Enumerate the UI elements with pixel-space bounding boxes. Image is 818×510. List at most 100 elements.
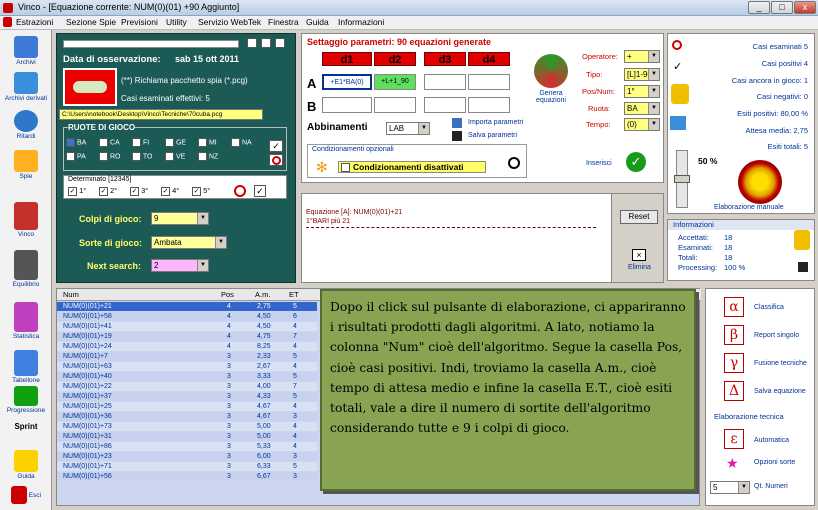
table-row[interactable]: NUM(0)(01)+21 4 2,75 5 [57,302,317,311]
star-icon[interactable]: ★ [726,455,739,472]
table-row[interactable]: NUM(0)(01)+40 3 3,33 5 [57,372,317,381]
cell-a-d2[interactable]: +L+1_90 [374,74,416,90]
ruota-checkbox[interactable] [198,138,207,147]
save-params-link[interactable]: Salva parametri [468,132,517,139]
minimize-button[interactable]: _ [748,1,770,14]
tool-label[interactable]: Classifica [754,304,784,311]
tool-fusione-tecniche-button[interactable]: γ [724,353,744,373]
sidebar-item-statistica[interactable]: Statistica [0,302,52,340]
determinato-5[interactable]: ✓ 5° [192,186,210,196]
calendar-icon[interactable] [275,38,285,48]
determinato-4[interactable]: ✓ 4° [161,186,179,196]
conditions-toggle[interactable]: Condizionamenti disattivati [338,161,486,173]
menu-guida[interactable]: Guida [306,17,329,27]
cell-b-d2[interactable] [374,97,416,113]
auto-label[interactable]: Automatica [754,437,789,444]
auto-button[interactable]: ε [724,429,744,449]
tool-salva-equazione-button[interactable]: Δ [724,381,744,401]
table-row[interactable]: NUM(0)(01)+23 3 6,00 3 [57,452,317,461]
determinato-checkbox[interactable]: ✓ [68,186,77,196]
ruota-select[interactable]: BA ▼ [624,102,660,115]
ruota-checkbox[interactable] [231,138,240,147]
sidebar-item-progressione[interactable]: Progressione [0,386,52,414]
reset-button[interactable]: Reset [620,210,658,224]
check-all-button[interactable]: ✓ [269,140,283,152]
ruota-checkbox[interactable] [198,152,207,161]
col-am[interactable]: A.m. [255,290,270,299]
determinato-3[interactable]: ✓ 3° [130,186,148,196]
maximize-button[interactable]: □ [771,1,793,14]
table-row[interactable]: NUM(0)(01)+56 3 6,67 3 [57,472,317,481]
sidebar-item-esci[interactable]: Esci [0,486,52,505]
sidebar-item-archivi-derivati[interactable]: Archivi derivati [0,72,52,102]
table-row[interactable]: NUM(0)(01)+22 3 4,00 7 [57,382,317,391]
ruota-checkbox[interactable] [132,138,141,147]
ruota-ca[interactable]: CA [99,138,120,147]
slider-thumb[interactable] [674,175,690,183]
sidebar-item-tabellone[interactable]: Tabellone [0,350,52,384]
delete-icon[interactable]: × [632,249,646,261]
table-row[interactable]: NUM(0)(01)+24 4 8,25 4 [57,342,317,351]
search-icon[interactable] [508,157,520,169]
ruota-checkbox[interactable] [165,152,174,161]
equation-text-area[interactable]: Equazione [A]: NUM(0)(01)+21 1°BARI più … [302,194,612,282]
qt-select[interactable]: 5 ▼ [710,481,750,494]
ruota-checkbox[interactable] [132,152,141,161]
ruota-ge[interactable]: GE [165,138,186,147]
tool-classifica-button[interactable]: α [724,297,744,317]
import-icon[interactable] [452,118,462,128]
col-pos[interactable]: Pos [221,290,234,299]
sorte-select[interactable]: Ambata ▼ [151,236,227,249]
load-package-button[interactable] [63,68,117,106]
sidebar-item-spie[interactable]: Spie [0,150,52,180]
elimina-label[interactable]: Elimina [628,264,651,271]
menu-previsioni[interactable]: Previsioni [121,17,158,27]
table-row[interactable]: NUM(0)(01)+37 3 4,33 5 [57,392,317,401]
elaborate-button[interactable] [738,160,782,204]
ruota-ve[interactable]: VE [165,152,185,161]
ruota-checkbox[interactable] [99,138,108,147]
cell-a-d1[interactable]: +E1*BA(0) [322,74,372,90]
tool-report-singolo-button[interactable]: β [724,325,744,345]
cell-b-d3[interactable] [424,97,466,113]
menu-finestra[interactable]: Finestra [268,17,299,27]
table-row[interactable]: NUM(0)(01)+41 4 4,50 4 [57,322,317,331]
abbinamenti-select[interactable]: LAB ▼ [386,122,430,135]
import-params-link[interactable]: Importa parametri [468,119,523,126]
table-row[interactable]: NUM(0)(01)+58 4 4,50 6 [57,312,317,321]
no-icon[interactable] [234,185,246,197]
cell-a-d4[interactable] [468,74,510,90]
elaborate-label[interactable]: Elaborazione manuale [714,204,784,211]
determinato-2[interactable]: ✓ 2° [99,186,117,196]
insert-label[interactable]: Inserisci [586,160,612,167]
date-slider[interactable] [63,40,239,48]
save-disk-icon[interactable] [452,131,462,141]
sidebar-item-equilibrio[interactable]: Equilibrio [0,250,52,288]
menu-utility[interactable]: Utility [166,17,187,27]
table-row[interactable]: NUM(0)(01)+7 3 2,33 5 [57,352,317,361]
conditions-checkbox[interactable] [341,163,350,173]
table-row[interactable]: NUM(0)(01)+71 3 6,33 5 [57,462,317,471]
ruota-to[interactable]: TO [132,152,152,161]
tempo-select[interactable]: (0) ▼ [624,118,660,131]
opzioni-label[interactable]: Opzioni sorte [754,459,795,466]
sidebar-item-guida[interactable]: Guida [0,450,52,480]
slider-next-icon[interactable] [261,38,271,48]
table-row[interactable]: NUM(0)(01)+19 4 4,75 7 [57,332,317,341]
ruota-checkbox[interactable] [66,138,75,147]
table-row[interactable]: NUM(0)(01)+25 3 4,67 4 [57,402,317,411]
col-num[interactable]: Num [63,290,79,299]
close-button[interactable]: x [794,1,816,14]
sidebar-item-ritardi[interactable]: Ritardi [0,110,52,140]
menu-informazioni[interactable]: Informazioni [338,17,384,27]
sidebar-item-sprint[interactable]: Sprint [0,422,52,431]
colpi-select[interactable]: 9 ▼ [151,212,209,225]
menu-estrazioni[interactable]: Estrazioni [16,17,53,27]
generate-icon[interactable] [534,54,568,88]
clear-all-button[interactable] [269,154,283,166]
table-row[interactable]: NUM(0)(01)+86 3 5,33 4 [57,442,317,451]
ruota-na[interactable]: NA [231,138,252,147]
tool-label[interactable]: Report singolo [754,332,799,339]
save-disk-icon[interactable] [798,262,808,272]
ruota-mi[interactable]: MI [198,138,217,147]
